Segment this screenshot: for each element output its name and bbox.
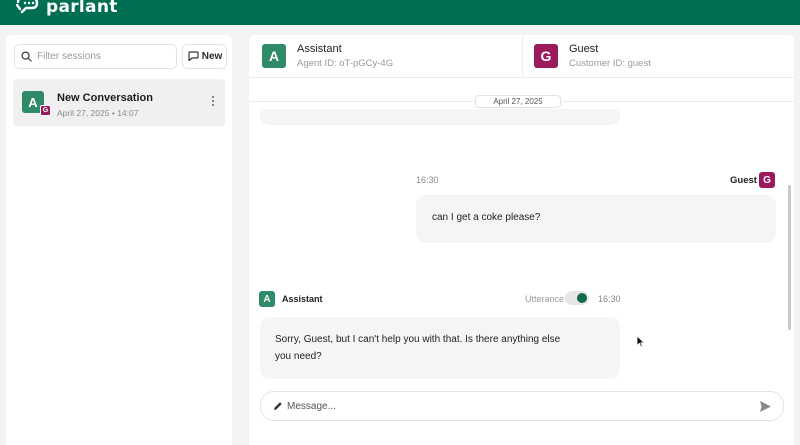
pencil-icon bbox=[274, 402, 282, 410]
utterance-toggle[interactable] bbox=[565, 291, 589, 305]
agent-id: Agent ID: oT-pGCy-4G bbox=[297, 58, 394, 69]
session-filter-input[interactable] bbox=[37, 51, 167, 62]
agent-header-avatar: A bbox=[262, 44, 286, 68]
customer-name: Guest bbox=[569, 43, 599, 55]
assistant-message-sender: Assistant bbox=[282, 294, 323, 304]
send-icon[interactable] bbox=[759, 400, 772, 413]
new-session-label: New bbox=[201, 51, 223, 62]
logo-text: parlant bbox=[46, 0, 118, 17]
guest-message-bubble[interactable]: can I get a coke please? bbox=[416, 195, 776, 243]
session-date-separator: • bbox=[111, 108, 115, 118]
assistant-message-text: Sorry, Guest, but I can't help you with … bbox=[275, 334, 561, 362]
chat-header: A Assistant Agent ID: oT-pGCy-4G G Guest… bbox=[249, 35, 794, 78]
date-divider: April 27, 2025 bbox=[475, 95, 561, 108]
assistant-message-avatar: A bbox=[259, 291, 275, 307]
customer-id: Customer ID: guest bbox=[569, 58, 651, 69]
header-divider bbox=[522, 35, 523, 78]
top-bar: parlant bbox=[0, 0, 800, 25]
customer-header-avatar: G bbox=[534, 44, 558, 68]
session-date: April 27, 2025 • 14:07 bbox=[57, 108, 138, 118]
guest-message-avatar: G bbox=[759, 172, 775, 188]
agent-name: Assistant bbox=[297, 43, 342, 55]
assistant-message-time: 16:30 bbox=[598, 294, 621, 304]
session-filter[interactable] bbox=[14, 44, 177, 69]
date-divider-line-right bbox=[561, 101, 794, 102]
more-vertical-icon[interactable] bbox=[210, 95, 216, 107]
guest-message-time: 16:30 bbox=[416, 175, 439, 185]
session-item[interactable]: A G New Conversation April 27, 2025 • 14… bbox=[13, 79, 225, 126]
date-divider-line-left bbox=[249, 101, 475, 102]
app-logo[interactable]: parlant bbox=[14, 0, 118, 18]
session-time-text: 14:07 bbox=[117, 108, 139, 118]
guest-message-text: can I get a coke please? bbox=[432, 212, 541, 223]
utterance-label: Utterance bbox=[525, 294, 565, 304]
utterance-toggle-knob bbox=[577, 293, 587, 303]
new-chat-icon bbox=[188, 51, 199, 62]
sessions-sidebar: New A G New Conversation April 27, 2025 … bbox=[6, 35, 232, 445]
session-title: New Conversation bbox=[57, 92, 153, 104]
search-icon bbox=[21, 51, 32, 62]
new-session-button[interactable]: New bbox=[182, 44, 227, 69]
session-date-text: April 27, 2025 bbox=[57, 108, 110, 118]
chat-panel: A Assistant Agent ID: oT-pGCy-4G G Guest… bbox=[249, 35, 794, 445]
logo-icon bbox=[15, 0, 39, 14]
chat-scrollbar[interactable] bbox=[788, 185, 791, 330]
guest-message-sender: Guest bbox=[730, 175, 757, 186]
assistant-message-bubble[interactable]: Sorry, Guest, but I can't help you with … bbox=[260, 317, 620, 379]
mouse-cursor-icon bbox=[636, 335, 645, 348]
previous-message-bubble bbox=[260, 109, 620, 125]
message-composer[interactable] bbox=[260, 391, 784, 421]
customer-avatar: G bbox=[40, 105, 51, 116]
message-input[interactable] bbox=[287, 398, 727, 415]
